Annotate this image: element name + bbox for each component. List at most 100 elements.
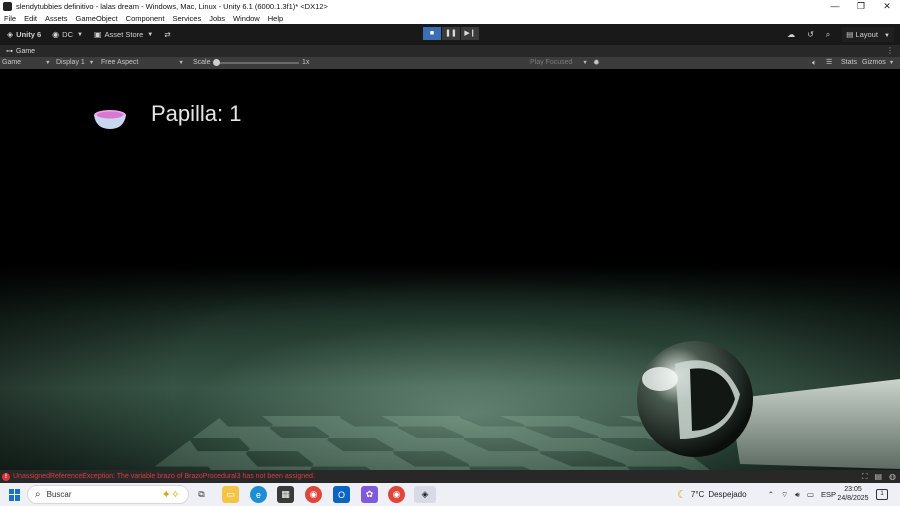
notification-count: 1 (880, 491, 884, 497)
layout-dropdown[interactable]: ▤ Layout ▼ (842, 27, 894, 42)
step-button[interactable]: ▶❙ (461, 27, 479, 40)
chrome-icon[interactable]: ◉ (305, 486, 322, 503)
scale-slider-handle[interactable] (213, 59, 220, 66)
account-dropdown[interactable]: ◉ DC ▼ (48, 27, 87, 42)
stop-button[interactable]: ■ (423, 27, 441, 40)
gear-icon[interactable]: ✹ (593, 57, 600, 69)
kebab-menu-icon[interactable]: ⋮ (886, 45, 894, 57)
weather-widget[interactable]: ☾ 7°C Despejado (677, 483, 747, 506)
chevron-down-icon: ▼ (884, 33, 890, 39)
close-button[interactable]: ✕ (874, 0, 900, 13)
chevron-down-icon: ▼ (178, 60, 184, 66)
asset-store-dropdown[interactable]: ▣ Asset Store ▼ (90, 27, 157, 42)
console-error-message[interactable]: UnassignedReferenceException: The variab… (13, 473, 315, 480)
search-placeholder: Buscar (46, 490, 72, 499)
menu-gameobject[interactable]: GameObject (72, 14, 122, 23)
tab-game[interactable]: ⊶ Game (0, 47, 35, 56)
restore-button[interactable]: ❐ (848, 0, 874, 13)
layers-icon[interactable]: ☰ (826, 57, 832, 69)
step-icon: ▶❙ (464, 30, 476, 37)
game-view-controls: Game ▼ Display 1 ▼ Free Aspect ▼ Scale 1x P… (0, 57, 900, 69)
moon-icon: ☾ (677, 489, 687, 501)
wifi-icon[interactable]: ⌔ (781, 490, 788, 500)
clock-time: 23:05 (844, 486, 862, 493)
papilla-counter: Papilla: 1 (151, 101, 242, 126)
menu-help[interactable]: Help (264, 14, 287, 23)
search-icon[interactable]: ⌕ (826, 30, 830, 40)
menu-bar: File Edit Assets GameObject Component Se… (0, 13, 900, 24)
play-controls: ■ ❚❚ ▶❙ (423, 27, 479, 40)
cache-icon[interactable]: ▤ (874, 472, 882, 481)
menu-assets[interactable]: Assets (41, 14, 72, 23)
battery-icon[interactable]: ▭ (807, 490, 814, 499)
window-controls: — ❐ ✕ (822, 0, 900, 13)
task-view-icon[interactable]: ⧉ (193, 486, 210, 503)
menu-component[interactable]: Component (122, 14, 169, 23)
windows-start-icon[interactable] (9, 488, 21, 501)
display-dropdown[interactable]: Display 1 ▼ (56, 57, 94, 69)
chevron-down-icon: ▼ (888, 60, 895, 66)
minimize-button[interactable]: — (822, 0, 848, 13)
notification-center-icon[interactable]: 1 (876, 489, 888, 500)
display-label: Display 1 (56, 59, 85, 66)
tab-strip: ⊶ Game ⋮ (0, 45, 900, 57)
menu-window[interactable]: Window (229, 14, 264, 23)
version-control-button[interactable]: ⇄ (160, 27, 174, 42)
toolbar-right: ☁ ↺ ⌕ ▤ Layout ▼ (787, 27, 894, 42)
gamepad-icon: ⊶ (6, 48, 13, 55)
clock-date: 24/8/2025 (837, 495, 869, 502)
clock[interactable]: 23:05 24/8/2025 (835, 485, 871, 503)
view-mode-label: Game (2, 59, 22, 66)
asset-store-label: Asset Store (104, 30, 144, 39)
gizmos-dropdown[interactable]: Gizmos ▼ (862, 57, 894, 69)
pause-icon: ❚❚ (445, 30, 457, 37)
chevron-up-icon[interactable]: ⌃ (768, 490, 774, 499)
unity-toolbar: ◈ Unity 6 ◉ DC ▼ ▣ Asset Store ▼ ⇄ ■ ❚❚ … (0, 24, 900, 45)
unity-app-icon (3, 2, 12, 11)
layout-label: Layout (855, 30, 878, 39)
unity-taskbar-icon[interactable]: ◈ (414, 486, 436, 503)
unity-version-button[interactable]: ◈ Unity 6 (3, 27, 45, 42)
play-focused-dropdown[interactable]: Play Focused ▼ (530, 57, 588, 69)
scale-label: Scale (193, 59, 211, 66)
edge-browser-icon[interactable]: e (250, 486, 267, 503)
stop-icon: ■ (429, 30, 435, 37)
sparkle-icon: ✦✧ (161, 489, 180, 501)
status-right: ⛶ ▤ ◍ (862, 470, 896, 483)
window-title: slendytubbies definitivo - lalas dream -… (16, 2, 328, 11)
account-icon: ◉ (52, 30, 60, 39)
chevron-down-icon: ▼ (147, 31, 154, 38)
outlook-icon[interactable]: O (333, 486, 350, 503)
game-viewport[interactable]: Papilla: 1 (0, 69, 900, 470)
menu-services[interactable]: Services (168, 14, 205, 23)
gizmos-label: Gizmos (862, 59, 886, 66)
stats-button[interactable]: Stats (841, 57, 857, 69)
chevron-down-icon: ▼ (582, 60, 588, 66)
search-icon: ⌕ (35, 489, 41, 500)
microsoft-store-icon[interactable]: ▦ (277, 486, 294, 503)
chrome-profile-icon[interactable]: ◉ (388, 486, 405, 503)
scale-value: 1x (302, 59, 310, 66)
progress-icon[interactable]: ◍ (889, 472, 896, 481)
shopping-bag-icon: ▣ (93, 30, 102, 39)
language-indicator[interactable]: ESP (821, 490, 836, 499)
audio-icon[interactable]: 🔈︎ (812, 57, 817, 69)
aspect-dropdown[interactable]: Free Aspect ▼ (101, 57, 184, 69)
file-explorer-icon[interactable]: ▭ (222, 486, 239, 503)
pause-button[interactable]: ❚❚ (442, 27, 460, 40)
taskbar-search[interactable]: ⌕ Buscar ✦✧ (27, 485, 189, 504)
cloud-icon[interactable]: ☁ (787, 30, 795, 39)
volume-icon[interactable]: 🔊︎ (795, 490, 800, 500)
chevron-down-icon: ▼ (77, 31, 83, 38)
menu-edit[interactable]: Edit (20, 14, 41, 23)
scale-slider-track[interactable] (217, 62, 299, 64)
chevron-down-icon: ▼ (88, 60, 95, 66)
menu-file[interactable]: File (0, 14, 20, 23)
copilot-icon[interactable]: ✿ (361, 486, 378, 503)
history-icon[interactable]: ↺ (807, 30, 814, 39)
network-icon[interactable]: ⛶ (862, 472, 868, 482)
unity-version-label: Unity 6 (16, 30, 42, 39)
play-focused-label: Play Focused (530, 59, 573, 66)
menu-jobs[interactable]: Jobs (205, 14, 229, 23)
view-mode-dropdown[interactable]: Game ▼ (2, 57, 51, 69)
